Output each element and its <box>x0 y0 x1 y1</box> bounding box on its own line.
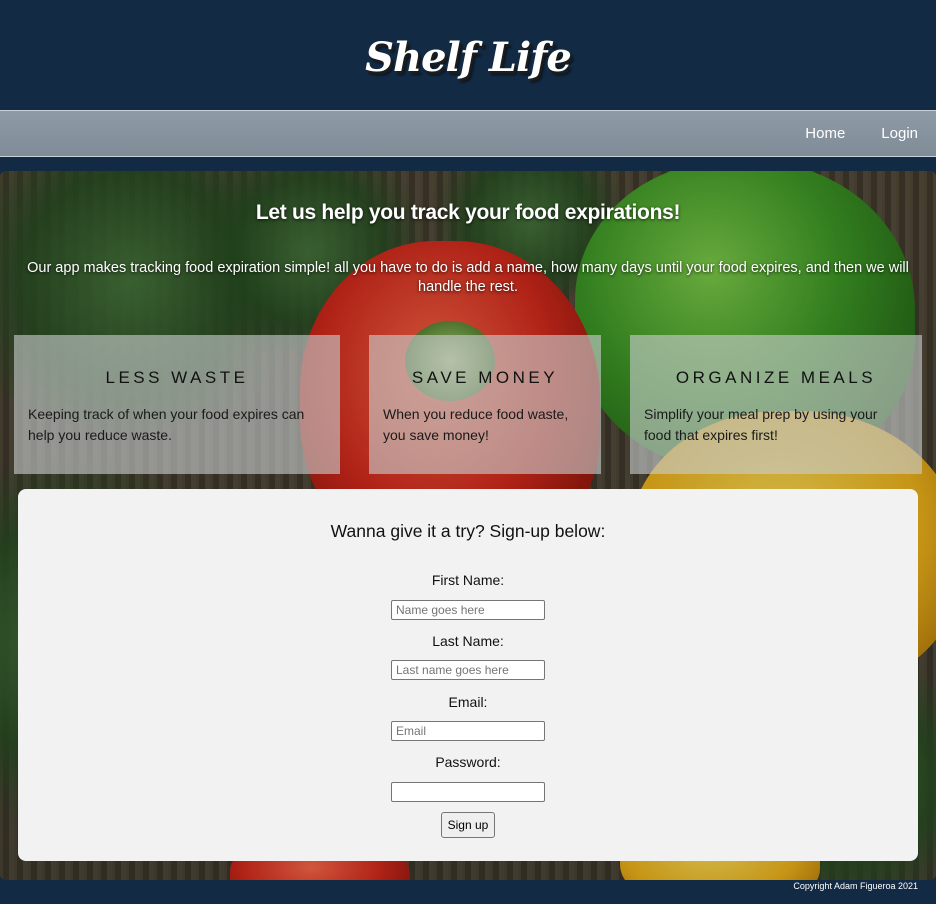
hero-description: Our app makes tracking food expiration s… <box>27 260 909 295</box>
feature-card-text: Simplify your meal prep by using your fo… <box>644 406 878 443</box>
site-header: Shelf Life <box>0 0 936 110</box>
hero-title: Let us help you track your food expirati… <box>255 201 681 224</box>
email-label: Email: <box>448 694 488 710</box>
last-name-input[interactable] <box>391 660 545 680</box>
password-label: Password: <box>435 754 501 770</box>
signup-form: Wanna give it a try? Sign-up below: Firs… <box>18 489 918 861</box>
first-name-input[interactable] <box>391 600 545 620</box>
footer-copyright: Copyright Adam Figueroa 2021 <box>793 881 918 891</box>
feature-card-title: SAVE MONEY <box>411 368 559 387</box>
signup-heading: Wanna give it a try? Sign-up below: <box>330 521 606 541</box>
feature-card-organize-meals: ORGANIZE MEALS Simplify your meal prep b… <box>630 335 922 474</box>
nav-link-login[interactable]: Login <box>881 125 918 142</box>
signup-button[interactable]: Sign up <box>441 812 495 838</box>
email-input[interactable] <box>391 721 545 741</box>
site-logo[interactable]: Shelf Life <box>365 34 572 81</box>
hero-section: Let us help you track your food expirati… <box>0 171 936 880</box>
last-name-label: Last Name: <box>432 633 504 649</box>
nav-bar: Home Login <box>0 110 936 157</box>
feature-card-text: When you reduce food waste, you save mon… <box>383 406 569 443</box>
password-input[interactable] <box>391 782 545 802</box>
first-name-label: First Name: <box>431 572 505 588</box>
feature-card-title: ORGANIZE MEALS <box>675 368 877 387</box>
feature-card-save-money: SAVE MONEY When you reduce food waste, y… <box>369 335 601 474</box>
feature-card-text: Keeping track of when your food expires … <box>28 406 305 443</box>
nav-link-home[interactable]: Home <box>805 125 845 142</box>
feature-card-title: LESS WASTE <box>105 368 249 387</box>
feature-card-less-waste: LESS WASTE Keeping track of when your fo… <box>14 335 340 474</box>
